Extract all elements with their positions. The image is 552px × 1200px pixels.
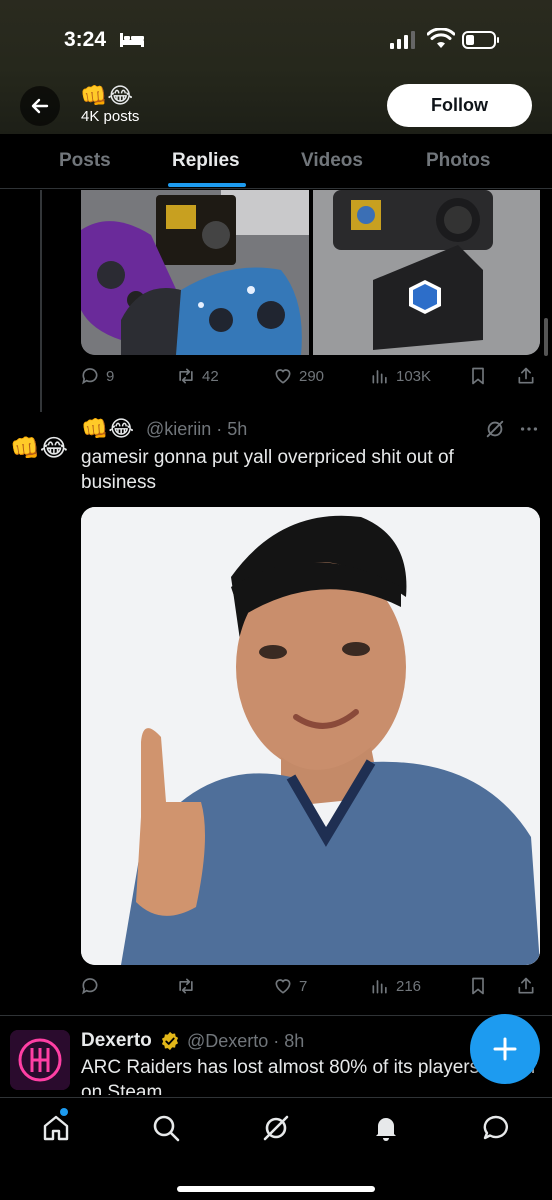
tweet-author-name[interactable]: 👊😂: [81, 416, 134, 442]
retweet-button[interactable]: 42: [176, 366, 219, 386]
tweet-handle-time[interactable]: @Dexerto · 8h: [187, 1031, 304, 1052]
tweet-media-stand[interactable]: [313, 190, 540, 355]
bookmark-button[interactable]: [468, 366, 488, 386]
previous-tweet-actions: 9 42 290 103K: [80, 366, 540, 392]
messages-icon[interactable]: [481, 1113, 511, 1143]
views-count: 216: [396, 977, 422, 995]
reply-icon: [82, 368, 98, 385]
grok-icon[interactable]: [484, 418, 506, 440]
stand-photo: [313, 190, 540, 355]
profile-post-count: 4K posts: [81, 108, 140, 125]
reply-tweet-actions: 7 216: [80, 976, 540, 1002]
tweet-divider: [0, 1015, 552, 1016]
active-tab-indicator: [168, 183, 246, 187]
share-icon: [518, 977, 534, 994]
home-icon[interactable]: [41, 1113, 71, 1143]
tab-videos[interactable]: Videos: [301, 150, 363, 172]
bed-icon: [120, 33, 144, 47]
reply-count: 9: [106, 367, 115, 385]
profile-name: 👊😂: [80, 83, 134, 108]
notifications-icon[interactable]: [371, 1113, 401, 1143]
views-button[interactable]: 216: [370, 976, 421, 996]
status-time: 3:24: [64, 28, 107, 51]
tweet-media-controllers[interactable]: [81, 190, 309, 355]
like-icon: [275, 369, 291, 384]
tweet-text: gamesir gonna put yall overpriced shit o…: [81, 447, 454, 493]
views-icon: [372, 370, 387, 384]
thumbs-up-photo: [81, 507, 540, 965]
avatar[interactable]: [10, 1030, 70, 1090]
search-icon[interactable]: [151, 1113, 181, 1143]
share-button[interactable]: [516, 976, 536, 996]
controllers-photo: [81, 190, 309, 355]
tab-posts[interactable]: Posts: [59, 150, 111, 172]
back-button[interactable]: [20, 86, 60, 126]
tweet-media-thumbs-up[interactable]: [81, 507, 540, 965]
tab-photos[interactable]: Photos: [426, 150, 490, 172]
share-button[interactable]: [516, 366, 536, 386]
views-icon: [372, 980, 387, 994]
battery-icon: [462, 31, 499, 49]
tweet-author-name[interactable]: Dexerto: [81, 1030, 152, 1052]
bottom-navigation: [0, 1097, 552, 1200]
thread-line: [40, 190, 42, 412]
dexerto-logo: [10, 1030, 70, 1090]
verified-icon: [161, 1031, 179, 1051]
like-count: 7: [299, 977, 308, 995]
retweet-icon: [179, 368, 193, 384]
signal-icon: [390, 31, 415, 49]
bookmark-icon: [472, 367, 484, 385]
retweet-button[interactable]: [176, 976, 202, 996]
share-icon: [518, 367, 534, 384]
follow-button[interactable]: Follow: [387, 84, 532, 127]
like-icon: [275, 979, 291, 994]
bookmark-icon: [472, 977, 484, 995]
tweet-handle-time[interactable]: @kieriin · 5h: [146, 419, 247, 440]
avatar[interactable]: 👊😂: [10, 434, 68, 463]
notification-dot: [60, 1108, 68, 1116]
like-button[interactable]: 7: [273, 976, 307, 996]
profile-tabs: Posts Replies Videos Photos: [0, 134, 552, 189]
reply-icon: [82, 978, 98, 995]
tab-replies[interactable]: Replies: [172, 150, 240, 172]
compose-button[interactable]: [470, 1014, 540, 1084]
reply-button[interactable]: 9: [80, 366, 114, 386]
retweet-count: 42: [202, 367, 219, 385]
more-icon[interactable]: [518, 418, 540, 440]
compose-plus-icon: [493, 1037, 517, 1061]
like-count: 290: [299, 367, 325, 385]
home-indicator[interactable]: [177, 1186, 375, 1192]
like-button[interactable]: 290: [273, 366, 324, 386]
reply-button[interactable]: [80, 976, 106, 996]
retweet-icon: [179, 978, 193, 994]
wifi-icon: [427, 28, 455, 48]
views-count: 103K: [396, 367, 432, 385]
back-arrow-icon: [31, 98, 49, 114]
scrollbar[interactable]: [544, 318, 548, 356]
bookmark-button[interactable]: [468, 976, 488, 996]
views-button[interactable]: 103K: [370, 366, 431, 386]
grok-icon[interactable]: [261, 1113, 291, 1143]
